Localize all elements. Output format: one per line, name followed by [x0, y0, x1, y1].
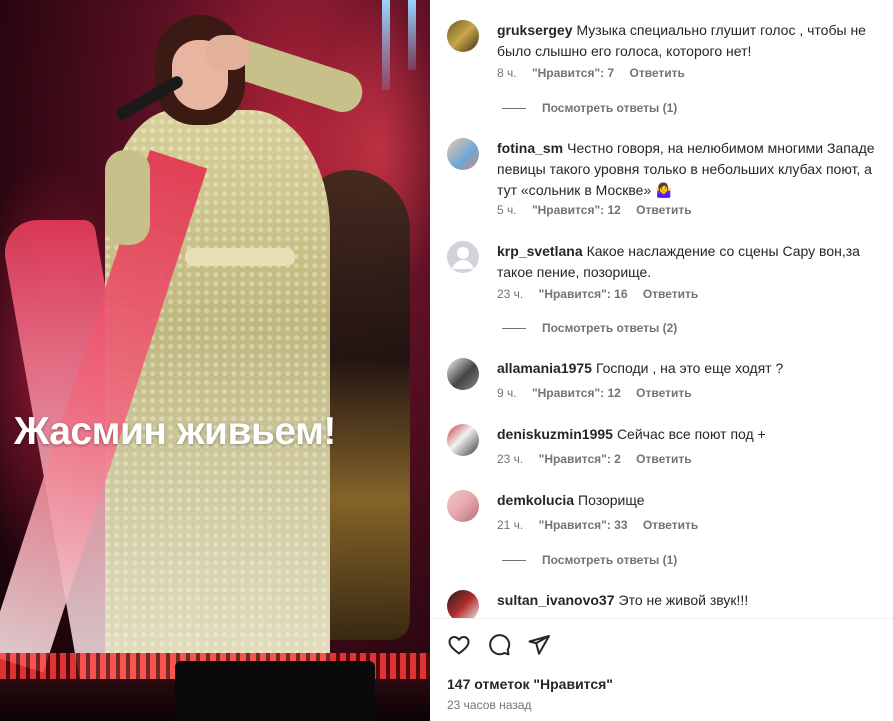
comment-likes[interactable]: "Нравится": 2 — [539, 452, 621, 466]
comment-text-block: demkolucia Позорище — [497, 490, 887, 511]
reply-button[interactable]: Ответить — [636, 452, 691, 466]
comment-time[interactable]: 5 ч. — [497, 203, 517, 217]
comment-username[interactable]: krp_svetlana — [497, 243, 583, 259]
post-timestamp[interactable]: 23 часов назад — [447, 698, 531, 712]
comment-text: Сейчас все поют под + — [616, 426, 766, 442]
likes-count[interactable]: 147 отметок "Нравится" — [447, 676, 613, 692]
avatar[interactable] — [447, 590, 479, 618]
comment-username[interactable]: deniskuzmin1995 — [497, 426, 613, 442]
reply-button[interactable]: Ответить — [636, 386, 691, 400]
comment-username[interactable]: allamania1975 — [497, 360, 592, 376]
avatar[interactable] — [447, 138, 479, 170]
comment-meta: 8 ч. "Нравится": 7 Ответить — [497, 66, 697, 80]
comment-time[interactable]: 21 ч. — [497, 518, 523, 532]
view-replies-label: Посмотреть ответы (1) — [542, 101, 678, 115]
comment-likes[interactable]: "Нравится": 12 — [532, 203, 621, 217]
default-avatar-icon — [452, 247, 474, 269]
view-replies-button[interactable]: Посмотреть ответы (1) — [502, 101, 677, 115]
singer-belt — [185, 248, 295, 266]
view-replies-label: Посмотреть ответы (2) — [542, 321, 678, 335]
comment-meta: 23 ч. "Нравится": 16 Ответить — [497, 287, 710, 301]
comments-panel: gruksergey Музыка специально глушит голос… — [430, 0, 893, 721]
comment-meta: 9 ч. "Нравится": 12 Ответить — [497, 386, 704, 400]
singer-hand — [205, 35, 250, 70]
comment-text: Господи , на это еще ходят ? — [595, 360, 784, 376]
view-replies-button[interactable]: Посмотреть ответы (2) — [502, 321, 677, 335]
comment-icon[interactable] — [487, 633, 511, 657]
reply-button[interactable]: Ответить — [636, 203, 691, 217]
comments-list[interactable]: gruksergey Музыка специально глушит голос… — [430, 0, 893, 618]
heart-icon[interactable] — [447, 633, 471, 657]
view-replies-button[interactable]: Посмотреть ответы (1) — [502, 553, 677, 567]
comment-username[interactable]: demkolucia — [497, 492, 574, 508]
avatar[interactable] — [447, 241, 479, 273]
comment-text-block: gruksergey Музыка специально глушит голос… — [497, 20, 887, 62]
comment-username[interactable]: fotina_sm — [497, 140, 563, 156]
reply-button[interactable]: Ответить — [629, 66, 684, 80]
comment-text-block: fotina_sm Честно говоря, на нелюбимом мно… — [497, 138, 887, 201]
comment-likes[interactable]: "Нравится": 7 — [532, 66, 614, 80]
comment-time[interactable]: 23 ч. — [497, 452, 523, 466]
comment-text-block: krp_svetlana Какое наслаждение со сцены С… — [497, 241, 887, 283]
divider-line — [502, 108, 526, 110]
comment-text: Позорище — [578, 492, 645, 508]
post-media[interactable]: Жасмин живьем! — [0, 0, 430, 721]
post-footer: 147 отметок "Нравится" 23 часов назад — [430, 618, 893, 721]
comment-meta: 5 ч. "Нравится": 12 Ответить — [497, 203, 704, 217]
comment-username[interactable]: gruksergey — [497, 22, 572, 38]
comment-likes[interactable]: "Нравится": 12 — [532, 386, 621, 400]
singer-figure — [0, 0, 430, 721]
share-icon[interactable] — [527, 633, 551, 657]
avatar[interactable] — [447, 424, 479, 456]
view-replies-label: Посмотреть ответы (1) — [542, 553, 678, 567]
comment-likes[interactable]: "Нравится": 33 — [539, 518, 628, 532]
reply-button[interactable]: Ответить — [643, 518, 698, 532]
reply-button[interactable]: Ответить — [643, 287, 698, 301]
divider-line — [502, 560, 526, 562]
comment-text-block: deniskuzmin1995 Сейчас все поют под + — [497, 424, 887, 445]
comment-time[interactable]: 8 ч. — [497, 66, 517, 80]
avatar[interactable] — [447, 490, 479, 522]
comment-meta: 23 ч. "Нравится": 2 Ответить — [497, 452, 704, 466]
divider-line — [502, 328, 526, 330]
comment-meta: 21 ч. "Нравится": 33 Ответить — [497, 518, 710, 532]
comment-text-block: sultan_ivanovo37 Это не живой звук!!! — [497, 590, 887, 611]
comment-likes[interactable]: "Нравится": 16 — [539, 287, 628, 301]
comment-time[interactable]: 23 ч. — [497, 287, 523, 301]
singer-arm — [105, 150, 150, 245]
comment-text: Это не живой звук!!! — [618, 592, 749, 608]
comment-time[interactable]: 9 ч. — [497, 386, 517, 400]
avatar[interactable] — [447, 20, 479, 52]
caption-overlay: Жасмин живьем! — [14, 410, 336, 453]
stage-monitor — [175, 661, 375, 721]
comment-username[interactable]: sultan_ivanovo37 — [497, 592, 615, 608]
avatar[interactable] — [447, 358, 479, 390]
comment-text-block: allamania1975 Господи , на это еще ходят … — [497, 358, 887, 379]
